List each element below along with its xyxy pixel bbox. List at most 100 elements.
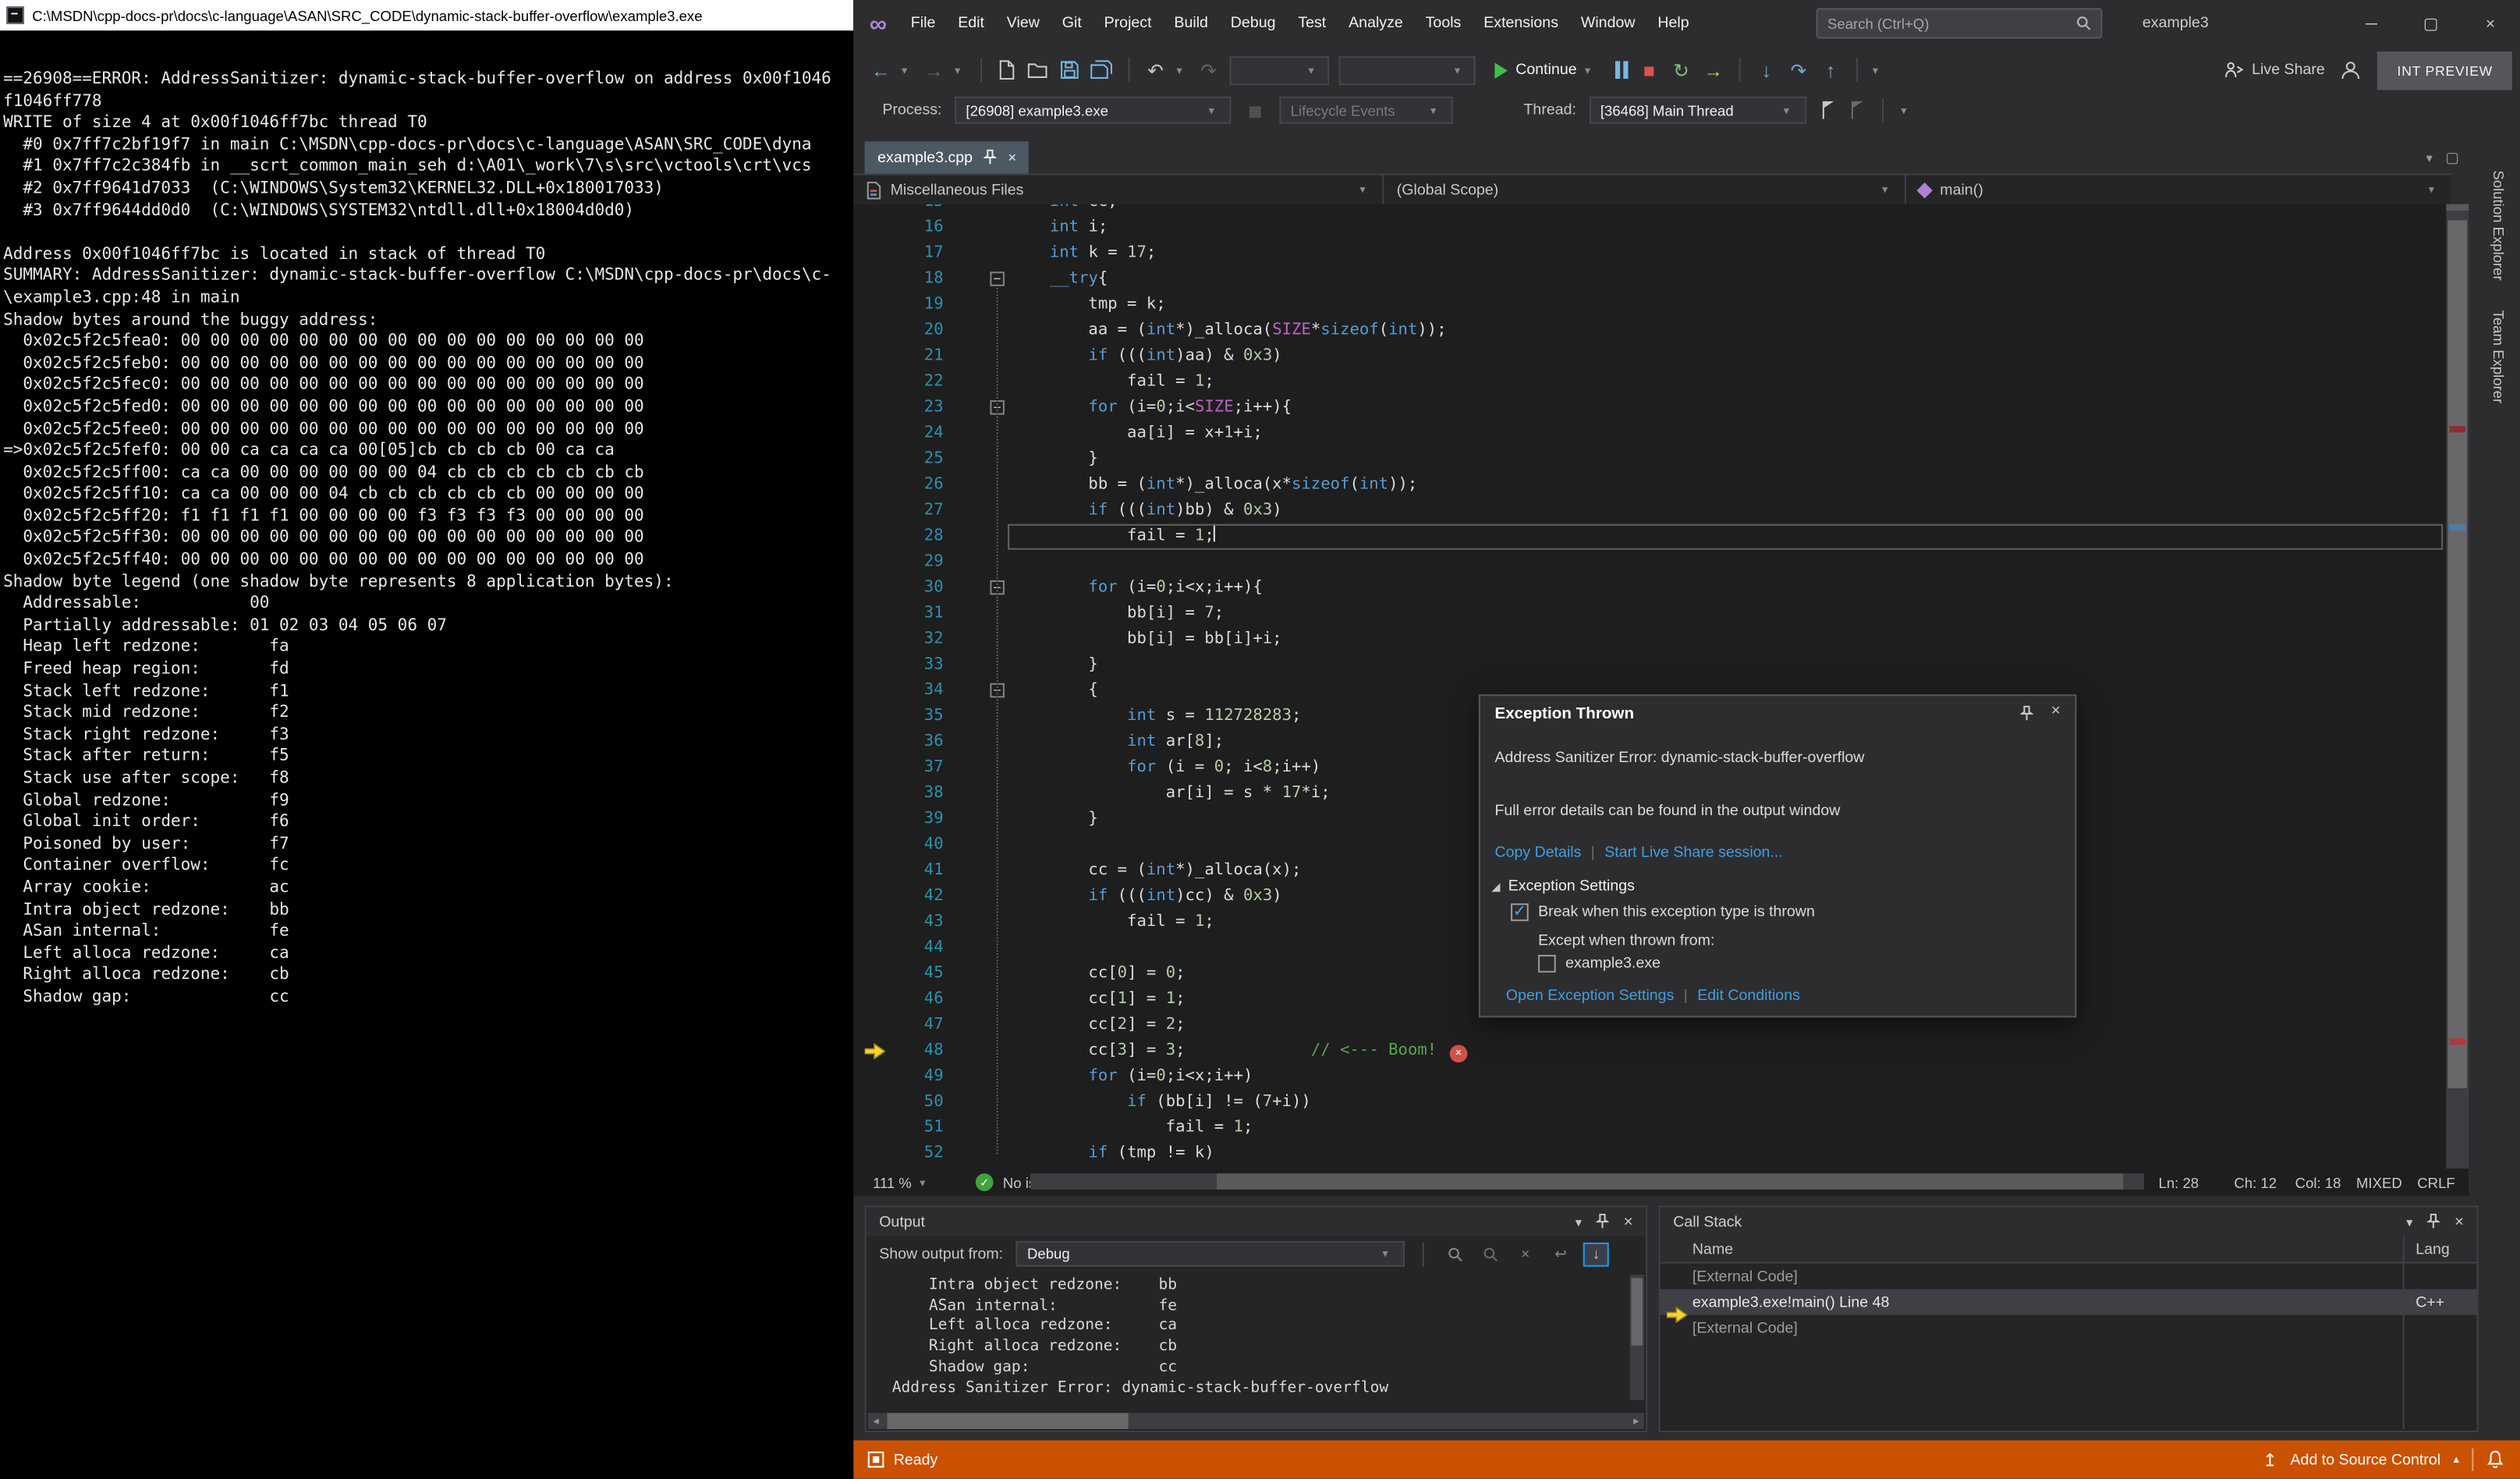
glyph-margin[interactable]: [853, 344, 895, 370]
editor-vertical-scrollbar[interactable]: [2446, 204, 2469, 1169]
process-combobox[interactable]: [26908] example3.exe ▾: [954, 96, 1232, 124]
glyph-margin[interactable]: [853, 215, 895, 241]
platform-combobox[interactable]: ▾: [1338, 55, 1476, 85]
call-stack-header[interactable]: Call Stack ▾ ×: [1660, 1207, 2477, 1236]
glyph-margin[interactable]: [853, 653, 895, 679]
glyph-margin[interactable]: [853, 550, 895, 576]
glyph-margin[interactable]: [853, 601, 895, 627]
glyph-margin[interactable]: [853, 627, 895, 653]
open-folder-icon[interactable]: [1027, 60, 1050, 80]
notifications-bell-icon[interactable]: [2486, 1450, 2504, 1470]
navigate-back-caret-icon[interactable]: ▾: [902, 63, 913, 76]
step-out-icon[interactable]: ↑: [1820, 59, 1842, 81]
pin-tab-icon[interactable]: [984, 149, 997, 166]
maximize-button[interactable]: ▢: [2401, 0, 2461, 48]
edit-conditions-link[interactable]: Edit Conditions: [1697, 987, 1800, 1005]
glyph-margin[interactable]: [853, 576, 895, 601]
navigate-back-icon[interactable]: ←: [870, 59, 892, 81]
float-window-icon[interactable]: ▢: [2445, 149, 2459, 167]
menu-edit[interactable]: Edit: [947, 0, 996, 48]
scroll-left-icon[interactable]: ◂: [868, 1414, 884, 1427]
glyph-margin[interactable]: [853, 935, 895, 961]
editor-horizontal-scrollbar[interactable]: [1030, 1173, 2144, 1190]
vs-title-bar[interactable]: ∞ File Edit View Git Project Build Debug Test An…: [853, 0, 2520, 48]
break-all-icon[interactable]: [1615, 61, 1629, 79]
glyph-margin[interactable]: [853, 421, 895, 447]
glyph-margin[interactable]: [853, 987, 895, 1013]
restart-icon[interactable]: ↻: [1670, 59, 1692, 81]
glyph-margin[interactable]: [853, 318, 895, 344]
minimize-button[interactable]: ─: [2341, 0, 2401, 48]
continue-button[interactable]: Continue ▾: [1485, 52, 1606, 87]
glyph-margin[interactable]: [853, 204, 895, 215]
navigate-forward-caret-icon[interactable]: ▾: [955, 63, 966, 76]
glyph-margin[interactable]: [853, 704, 895, 730]
glyph-margin[interactable]: [853, 884, 895, 910]
code-line[interactable]: 25 }: [853, 447, 2446, 473]
glyph-margin[interactable]: [853, 832, 895, 858]
execution-pointer-icon[interactable]: [853, 1038, 895, 1064]
scrollbar-thumb[interactable]: [887, 1413, 1129, 1429]
show-next-statement-icon[interactable]: →: [1702, 59, 1724, 81]
code-line[interactable]: 30− for (i=0;i<x;i++){: [853, 576, 2446, 601]
menu-analyze[interactable]: Analyze: [1338, 0, 1415, 48]
glyph-margin[interactable]: [853, 1090, 895, 1115]
code-editor[interactable]: 15 int cc;16 int i;17 int k = 17;18− __t…: [853, 204, 2447, 1169]
scrollbar-thumb[interactable]: [1631, 1278, 1643, 1346]
glyph-margin[interactable]: [853, 267, 895, 293]
code-line[interactable]: 21 if (((int)aa) & 0x3): [853, 344, 2446, 370]
exception-error-icon[interactable]: ×: [1449, 1045, 1468, 1063]
glyph-margin[interactable]: [853, 293, 895, 318]
word-wrap-icon[interactable]: ↩: [1548, 1242, 1574, 1266]
project-dropdown[interactable]: Miscellaneous Files ▾: [853, 175, 1384, 204]
code-line[interactable]: 49 for (i=0;i<x;i++): [853, 1064, 2446, 1090]
glyph-margin[interactable]: [853, 961, 895, 987]
module-checkbox[interactable]: [1538, 955, 1556, 973]
pin-panel-icon[interactable]: [2426, 1213, 2440, 1230]
navigate-forward-icon[interactable]: →: [923, 59, 945, 81]
code-line[interactable]: 28 fail = 1;: [853, 523, 2446, 550]
glyph-margin[interactable]: [853, 782, 895, 807]
console-title-bar[interactable]: C:\MSDN\cpp-docs-pr\docs\c-language\ASAN…: [0, 0, 854, 31]
add-to-source-control-button[interactable]: Add to Source Control: [2290, 1451, 2440, 1469]
menu-test[interactable]: Test: [1287, 0, 1338, 48]
close-panel-icon[interactable]: ×: [2454, 1213, 2464, 1231]
new-file-icon[interactable]: [997, 59, 1018, 80]
glyph-margin[interactable]: [853, 447, 895, 473]
code-line[interactable]: 51 fail = 1;: [853, 1115, 2446, 1141]
window-position-icon[interactable]: ▾: [2406, 1215, 2412, 1229]
side-tab-solution-explorer[interactable]: Solution Explorer: [2490, 170, 2507, 280]
close-popup-icon[interactable]: ×: [2051, 703, 2061, 721]
live-share-button[interactable]: Live Share: [2224, 61, 2325, 79]
fold-toggle-icon[interactable]: −: [990, 271, 1005, 286]
toolbar-overflow-icon[interactable]: ▾: [1873, 63, 1884, 76]
flag-outline-icon[interactable]: [1848, 100, 1864, 121]
menu-extensions[interactable]: Extensions: [1473, 0, 1570, 48]
menu-help[interactable]: Help: [1646, 0, 1700, 48]
code-line[interactable]: 15 int cc;: [853, 204, 2446, 215]
code-line[interactable]: 18 − __try{: [853, 267, 2446, 293]
glyph-margin[interactable]: [853, 730, 895, 756]
quick-search-box[interactable]: Search (Ctrl+Q): [1816, 8, 2103, 39]
save-icon[interactable]: [1059, 59, 1080, 80]
glyph-margin[interactable]: [853, 756, 895, 782]
stack-frame-caret-icon[interactable]: ▾: [1901, 104, 1912, 116]
close-tab-icon[interactable]: ×: [1008, 150, 1016, 166]
close-button[interactable]: ×: [2461, 0, 2520, 48]
code-line[interactable]: 24 aa[i] = x+1+i;: [853, 421, 2446, 447]
save-all-icon[interactable]: [1090, 59, 1114, 80]
source-control-caret-icon[interactable]: ▴: [2454, 1453, 2459, 1466]
exception-settings-expander[interactable]: ◢ Exception Settings: [1491, 878, 1635, 896]
tab-example3-cpp[interactable]: example3.cpp ×: [864, 141, 1030, 174]
scope-dropdown[interactable]: (Global Scope) ▾: [1384, 175, 1906, 204]
output-horizontal-scrollbar[interactable]: ◂ ▸: [867, 1413, 1645, 1429]
menu-window[interactable]: Window: [1569, 0, 1646, 48]
code-line[interactable]: 23− for (i=0;i<SIZE;i++){: [853, 395, 2446, 421]
glyph-margin[interactable]: [853, 1013, 895, 1038]
flag-threads-icon[interactable]: [1819, 100, 1835, 121]
undo-icon[interactable]: ↶: [1144, 59, 1167, 81]
copy-details-link[interactable]: Copy Details: [1494, 844, 1581, 862]
pin-popup-icon[interactable]: [2020, 705, 2033, 722]
pin-panel-icon[interactable]: [1596, 1213, 1610, 1230]
glyph-margin[interactable]: [853, 370, 895, 395]
